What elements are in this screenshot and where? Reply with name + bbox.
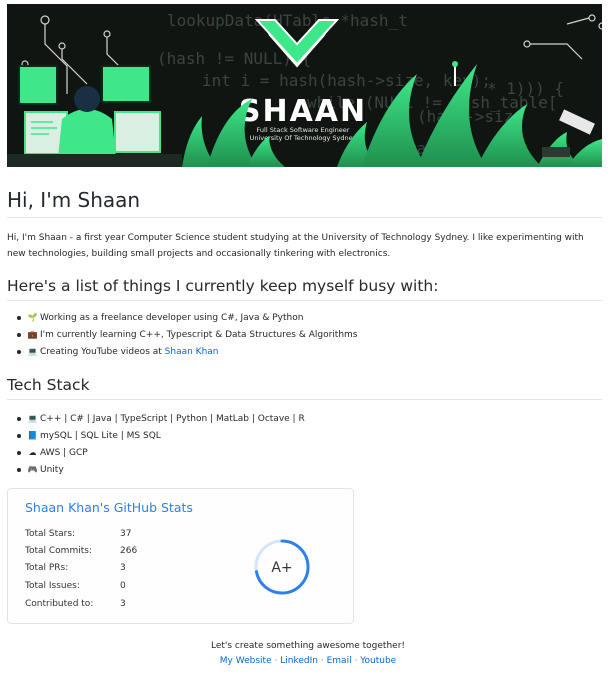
youtube-link[interactable]: Youtube [360, 656, 396, 666]
stat-value: 37 [120, 529, 132, 539]
busy-list: 🌱 Working as a freelance developer using … [17, 309, 358, 360]
heading-divider [7, 217, 602, 218]
cloud-icon: ☁ [28, 448, 37, 457]
tech-stack-heading: Tech Stack [7, 376, 90, 394]
list-item: 📘 mySQL | SQL Lite | MS SQL [17, 427, 305, 444]
list-item-text: AWS | GCP [40, 448, 88, 458]
code-line: * 1))) { [487, 79, 564, 98]
list-item-text: Working as a freelance developer using [40, 313, 221, 323]
stat-value: 0 [120, 581, 126, 591]
list-item: 💻 Creating YouTube videos at Shaan Khan [17, 343, 358, 360]
stat-value: 3 [120, 563, 126, 573]
tech-list: 💻 C++ | C# | Java | TypeScript | Python |… [17, 410, 305, 478]
link-separator: · [274, 656, 278, 666]
link-separator: · [320, 656, 324, 666]
list-item: 💻 C++ | C# | Java | TypeScript | Python |… [17, 410, 305, 427]
stats-card-title: Shaan Khan's GitHub Stats [25, 500, 193, 515]
youtube-channel-link[interactable]: Shaan Khan [165, 347, 219, 357]
website-link[interactable]: My Website [220, 656, 272, 666]
footer-tagline: Let's create something awesome together! [210, 641, 406, 651]
list-item: ☁ AWS | GCP [17, 444, 305, 461]
rank-grade: A+ [271, 560, 292, 576]
stat-label: Total Stars: [25, 529, 76, 539]
stat-value: 3 [120, 599, 126, 609]
stat-label: Total Issues: [25, 581, 80, 591]
book-icon: 📘 [27, 431, 38, 440]
profile-banner: lookupData(HTable *hash_t (hash != NULL)… [7, 4, 602, 167]
briefcase-icon: 💼 [27, 330, 38, 339]
laptop-icon: 💻 [27, 347, 38, 356]
list-item-text: Creating YouTube videos at [40, 347, 165, 357]
busy-heading: Here's a list of things I currently keep… [7, 277, 439, 295]
intro-paragraph: Hi, I'm Shaan - a first year Computer Sc… [7, 233, 584, 259]
footer-links: My Website · LinkedIn · Email · Youtube [0, 656, 616, 666]
rank-circle: A+ [254, 539, 310, 595]
banner-brand: SHAAN [239, 94, 367, 129]
list-item: 💼 I'm currently learning C++, Typescript … [17, 326, 358, 343]
list-item-text: Unity [40, 465, 64, 475]
page-title: Hi, I'm Shaan [7, 188, 141, 212]
stat-value: 266 [120, 546, 138, 556]
code-line: lookupData(HTable *hash_t [167, 11, 408, 30]
list-item: 🌱 Working as a freelance developer using … [17, 309, 358, 326]
seedling-icon: 🌱 [27, 313, 38, 322]
heading-divider [7, 300, 602, 301]
stat-label: Contributed to: [25, 599, 94, 609]
stat-label: Total Commits: [25, 546, 92, 556]
list-item-emphasis: C#, Java & Python [220, 313, 304, 323]
list-item: 🎮 Unity [17, 461, 305, 478]
list-item-text: C++ | C# | Java | TypeScript | Python | … [40, 414, 305, 424]
stat-label: Total PRs: [25, 563, 69, 573]
link-separator: · [354, 656, 358, 666]
linkedin-link[interactable]: LinkedIn [280, 656, 318, 666]
email-link[interactable]: Email [327, 656, 352, 666]
heading-divider [7, 399, 602, 400]
laptop-icon: 💻 [27, 414, 38, 423]
list-item-text: mySQL | SQL Lite | MS SQL [40, 431, 161, 441]
list-item-text: I'm currently learning [40, 330, 140, 340]
banner-subtitle: Full Stack Software Engineer [257, 126, 350, 134]
code-line: int i = hash(hash->size, key); [202, 71, 491, 90]
list-item-emphasis: C++, Typescript & Data Structures & Algo… [139, 330, 358, 340]
github-stats-card[interactable]: Shaan Khan's GitHub Stats Total Stars: 3… [7, 488, 354, 624]
gamepad-icon: 🎮 [27, 465, 38, 474]
banner-artwork: lookupData(HTable *hash_t (hash != NULL)… [7, 4, 602, 167]
